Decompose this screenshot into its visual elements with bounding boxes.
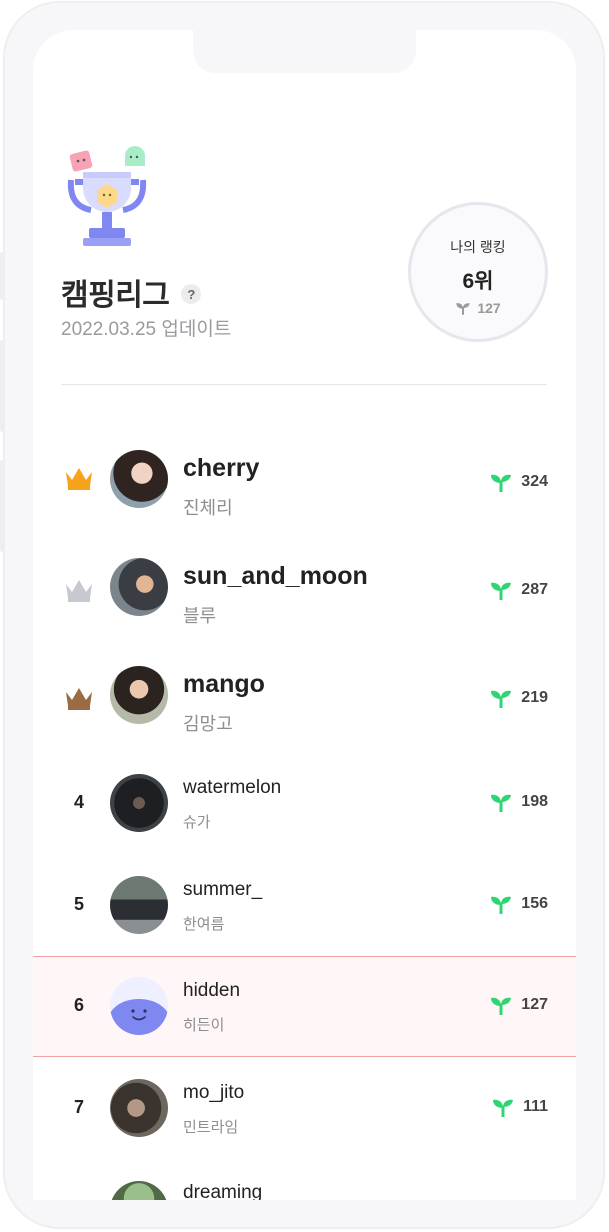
score: 287 <box>489 580 548 600</box>
hidden-avatar-icon <box>110 977 168 1035</box>
avatar <box>110 558 168 616</box>
league-title: 캠핑리그 <box>61 279 170 312</box>
leaderboard-row[interactable]: sun_and_moon 블루 287 <box>33 530 576 634</box>
real-name: 민트라임 <box>183 1119 239 1136</box>
real-name: 슈가 <box>183 814 211 831</box>
my-rank-label: 나의 랭킹 <box>450 239 506 255</box>
nickname: dreaming_ <box>183 1182 273 1200</box>
nickname: mo_jito <box>183 1082 245 1103</box>
score-value: 111 <box>523 1098 548 1115</box>
divider <box>61 384 547 385</box>
score-value: 156 <box>521 895 548 912</box>
nickname: mango <box>183 670 265 698</box>
avatar <box>110 1181 168 1200</box>
my-rank-badge: 나의 랭킹 6위 127 <box>408 202 548 342</box>
score: 156 <box>489 894 548 914</box>
gold-crown-icon <box>66 468 92 490</box>
score-value: 198 <box>521 793 548 810</box>
nickname: hidden <box>183 980 241 1001</box>
rank-number: 4 <box>73 792 84 812</box>
score-value: 324 <box>521 473 548 490</box>
rank-number: 6 <box>73 995 84 1015</box>
sprout-icon <box>491 997 512 1015</box>
phone-side-button <box>0 252 5 300</box>
leaderboard-row[interactable]: 7 mo_jito 민트라임 111 <box>33 1059 576 1155</box>
leaderboard-row[interactable]: 4 watermelon 슈가 198 <box>33 754 576 850</box>
bronze-crown-icon <box>66 688 92 710</box>
leaderboard-row-me[interactable]: 6 hidden 히든이 127 <box>33 956 576 1057</box>
silver-crown-icon <box>66 580 92 602</box>
leaderboard-row[interactable]: cherry 진체리 324 <box>33 422 576 526</box>
help-button[interactable]: ? <box>181 284 202 304</box>
sprout-icon <box>491 896 512 914</box>
score-value: 127 <box>521 996 548 1013</box>
real-name: 진체리 <box>183 498 233 518</box>
phone-notch <box>193 30 416 73</box>
avatar <box>110 1079 168 1137</box>
nickname: cherry <box>183 454 260 482</box>
rank-number: 5 <box>73 894 84 914</box>
score-value: 287 <box>521 581 548 598</box>
sprout-icon <box>491 690 512 708</box>
avatar <box>110 774 168 832</box>
score: 219 <box>489 688 548 708</box>
avatar <box>110 450 168 508</box>
nickname: summer_ <box>183 879 263 900</box>
my-rank-value: 6위 <box>462 270 494 293</box>
real-name: 김망고 <box>183 714 233 734</box>
update-date: 2022.03.25 업데이트 <box>61 319 232 340</box>
leaderboard-row[interactable]: mango 김망고 219 <box>33 638 576 742</box>
sprout-icon <box>491 794 512 812</box>
score: 324 <box>489 472 548 492</box>
sprout-icon <box>456 303 470 315</box>
phone-side-button <box>0 460 5 552</box>
real-name: 블루 <box>183 606 217 626</box>
avatar <box>110 666 168 724</box>
app-screen: 캠핑리그 ? 2022.03.25 업데이트 나의 랭킹 6위 127 cher… <box>33 30 576 1200</box>
rank-number: 7 <box>73 1097 84 1117</box>
score: 111 <box>491 1097 548 1117</box>
my-rank-points: 127 <box>411 300 545 316</box>
leaderboard-row[interactable]: dreaming_ <box>33 1161 576 1200</box>
score-value: 219 <box>521 689 548 706</box>
nickname: sun_and_moon <box>183 562 368 590</box>
score: 127 <box>489 995 548 1015</box>
real-name: 한여름 <box>183 916 225 933</box>
leaderboard-row[interactable]: 5 summer_ 한여름 156 <box>33 856 576 952</box>
league-title-row: 캠핑리그 ? <box>61 270 202 314</box>
nickname: watermelon <box>183 777 282 798</box>
sprout-icon <box>491 582 512 600</box>
real-name: 히든이 <box>183 1017 225 1034</box>
avatar <box>110 876 168 934</box>
sprout-icon <box>493 1099 514 1117</box>
score: 198 <box>489 792 548 812</box>
sprout-icon <box>491 474 512 492</box>
trophy-icon <box>67 146 147 246</box>
phone-side-button <box>0 340 5 432</box>
my-rank-points-value: 127 <box>477 300 501 316</box>
